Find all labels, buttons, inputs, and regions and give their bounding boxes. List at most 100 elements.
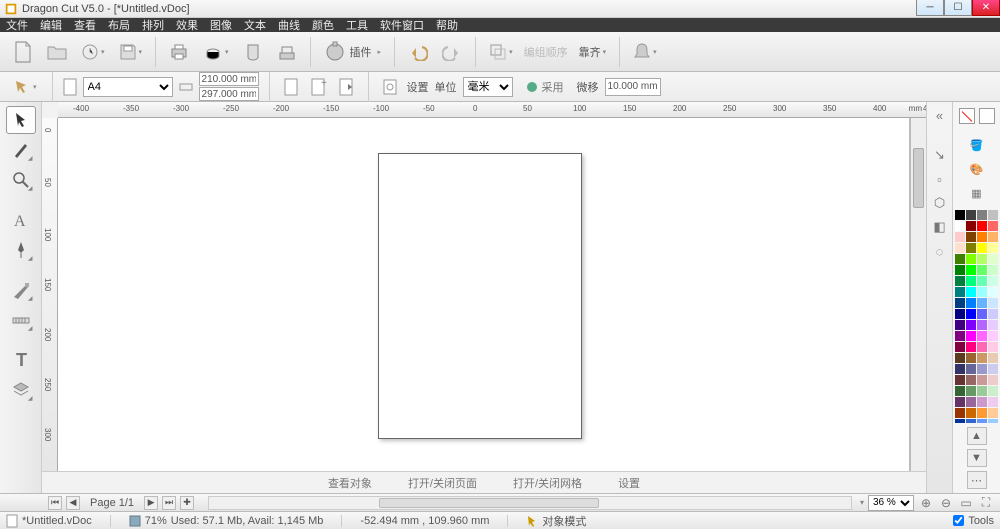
zoom-full-icon[interactable]: ⛶ bbox=[978, 495, 994, 511]
pen-tool[interactable]: ◢ bbox=[6, 236, 36, 264]
color-swatch[interactable] bbox=[966, 364, 976, 374]
color-swatch[interactable] bbox=[988, 397, 998, 407]
save-dropdown[interactable]: ▾ bbox=[114, 37, 148, 67]
menu-window[interactable]: 软件窗口 bbox=[380, 17, 424, 33]
minimize-button[interactable]: ─ bbox=[916, 0, 944, 16]
menu-text[interactable]: 文本 bbox=[244, 17, 266, 33]
snap-dropdown[interactable]: 靠齐▾ bbox=[572, 37, 612, 67]
color-swatch[interactable] bbox=[988, 243, 998, 253]
page-width-input[interactable] bbox=[199, 72, 259, 86]
plugin-dropdown[interactable]: 插件▸ bbox=[319, 37, 387, 67]
zoom-fit-icon[interactable]: ⊕ bbox=[918, 495, 934, 511]
color-swatch[interactable] bbox=[955, 353, 965, 363]
color-swatch[interactable] bbox=[955, 232, 965, 242]
menu-layout[interactable]: 布局 bbox=[108, 17, 130, 33]
circle-dash-icon[interactable]: ◌ bbox=[931, 242, 949, 260]
apply-button[interactable]: 采用 bbox=[519, 76, 571, 98]
settings-icon-button[interactable] bbox=[379, 76, 401, 98]
color-swatch[interactable] bbox=[955, 243, 965, 253]
color-swatch[interactable] bbox=[966, 375, 976, 385]
fill-none-swatch[interactable] bbox=[959, 108, 975, 124]
vertical-scrollbar[interactable] bbox=[910, 118, 926, 471]
color-swatch[interactable] bbox=[977, 210, 987, 220]
color-swatch[interactable] bbox=[977, 243, 987, 253]
color-swatch[interactable] bbox=[988, 375, 998, 385]
transform-dropdown[interactable]: ▾ bbox=[484, 37, 518, 67]
color-swatch[interactable] bbox=[977, 221, 987, 231]
menu-color[interactable]: 颜色 bbox=[312, 17, 334, 33]
color-swatch[interactable] bbox=[988, 320, 998, 330]
page-add-button[interactable]: + bbox=[308, 76, 330, 98]
page-button[interactable] bbox=[280, 76, 302, 98]
page-right-button[interactable] bbox=[336, 76, 358, 98]
color-swatch[interactable] bbox=[988, 265, 998, 275]
color-swatch[interactable] bbox=[955, 287, 965, 297]
color-swatch[interactable] bbox=[977, 287, 987, 297]
color-swatch[interactable] bbox=[988, 254, 998, 264]
color-swatch[interactable] bbox=[955, 375, 965, 385]
color-swatch[interactable] bbox=[955, 210, 965, 220]
print-button[interactable] bbox=[164, 37, 194, 67]
toggle-page-link[interactable]: 打开/关闭页面 bbox=[408, 475, 477, 491]
first-page-button[interactable]: ⏮ bbox=[48, 496, 62, 510]
stroke-white-swatch[interactable] bbox=[979, 108, 995, 124]
menu-edit[interactable]: 编辑 bbox=[40, 17, 62, 33]
color-swatch[interactable] bbox=[977, 276, 987, 286]
color-swatch[interactable] bbox=[977, 232, 987, 242]
color-swatch[interactable] bbox=[977, 265, 987, 275]
zoom-page-icon[interactable]: ▭ bbox=[958, 495, 974, 511]
color-swatch[interactable] bbox=[955, 309, 965, 319]
hex-icon[interactable]: ⬡ bbox=[931, 194, 949, 212]
color-swatch[interactable] bbox=[966, 287, 976, 297]
close-button[interactable]: ✕ bbox=[972, 0, 1000, 16]
cup-button[interactable] bbox=[238, 37, 268, 67]
menu-file[interactable]: 文件 bbox=[6, 17, 28, 33]
color-swatch[interactable] bbox=[988, 342, 998, 352]
add-page-button[interactable]: ✚ bbox=[180, 496, 194, 510]
color-swatch[interactable] bbox=[988, 353, 998, 363]
palette-menu-button[interactable]: ⋯ bbox=[967, 471, 987, 489]
color-swatch[interactable] bbox=[955, 221, 965, 231]
palette-prev-button[interactable]: ▲ bbox=[967, 427, 987, 445]
color-swatch[interactable] bbox=[988, 331, 998, 341]
measure-tool[interactable]: ◢ bbox=[6, 306, 36, 334]
menu-arrange[interactable]: 排列 bbox=[142, 17, 164, 33]
color-swatch[interactable] bbox=[966, 397, 976, 407]
color-swatch[interactable] bbox=[955, 386, 965, 396]
menu-help[interactable]: 帮助 bbox=[436, 17, 458, 33]
color-swatch[interactable] bbox=[966, 221, 976, 231]
color-swatch[interactable] bbox=[988, 309, 998, 319]
palette-next-button[interactable]: ▼ bbox=[967, 449, 987, 467]
toggle-grid-link[interactable]: 打开/关闭网格 bbox=[513, 475, 582, 491]
recent-dropdown[interactable]: ▾ bbox=[76, 37, 110, 67]
menu-curves[interactable]: 曲线 bbox=[278, 17, 300, 33]
menu-view[interactable]: 查看 bbox=[74, 17, 96, 33]
layer-tool[interactable]: ◢ bbox=[6, 376, 36, 404]
maximize-button[interactable]: ☐ bbox=[944, 0, 972, 16]
color-swatch[interactable] bbox=[955, 298, 965, 308]
color-swatch[interactable] bbox=[955, 254, 965, 264]
color-swatch[interactable] bbox=[977, 331, 987, 341]
arrow-right-icon[interactable]: ↘ bbox=[931, 146, 949, 164]
square-icon[interactable]: ▫ bbox=[931, 170, 949, 188]
cut-dropdown[interactable]: ▾ bbox=[198, 37, 234, 67]
color-swatch[interactable] bbox=[988, 298, 998, 308]
color-swatch[interactable] bbox=[955, 331, 965, 341]
next-page-button[interactable]: ▶ bbox=[144, 496, 158, 510]
color-swatch[interactable] bbox=[988, 210, 998, 220]
color-swatch[interactable] bbox=[966, 210, 976, 220]
color-swatch[interactable] bbox=[988, 287, 998, 297]
color-swatch[interactable] bbox=[977, 386, 987, 396]
nudge-input[interactable] bbox=[605, 78, 661, 96]
color-swatch[interactable] bbox=[977, 320, 987, 330]
color-swatch[interactable] bbox=[966, 331, 976, 341]
checker-icon[interactable]: ▦ bbox=[968, 184, 986, 202]
color-swatch[interactable] bbox=[977, 397, 987, 407]
vtext-tool[interactable]: T bbox=[6, 346, 36, 374]
menu-image[interactable]: 图像 bbox=[210, 17, 232, 33]
pick-tool[interactable] bbox=[6, 106, 36, 134]
color-swatch[interactable] bbox=[966, 232, 976, 242]
color-swatch[interactable] bbox=[955, 320, 965, 330]
palette-pick-icon[interactable]: 🎨 bbox=[968, 160, 986, 178]
color-swatch[interactable] bbox=[988, 408, 998, 418]
